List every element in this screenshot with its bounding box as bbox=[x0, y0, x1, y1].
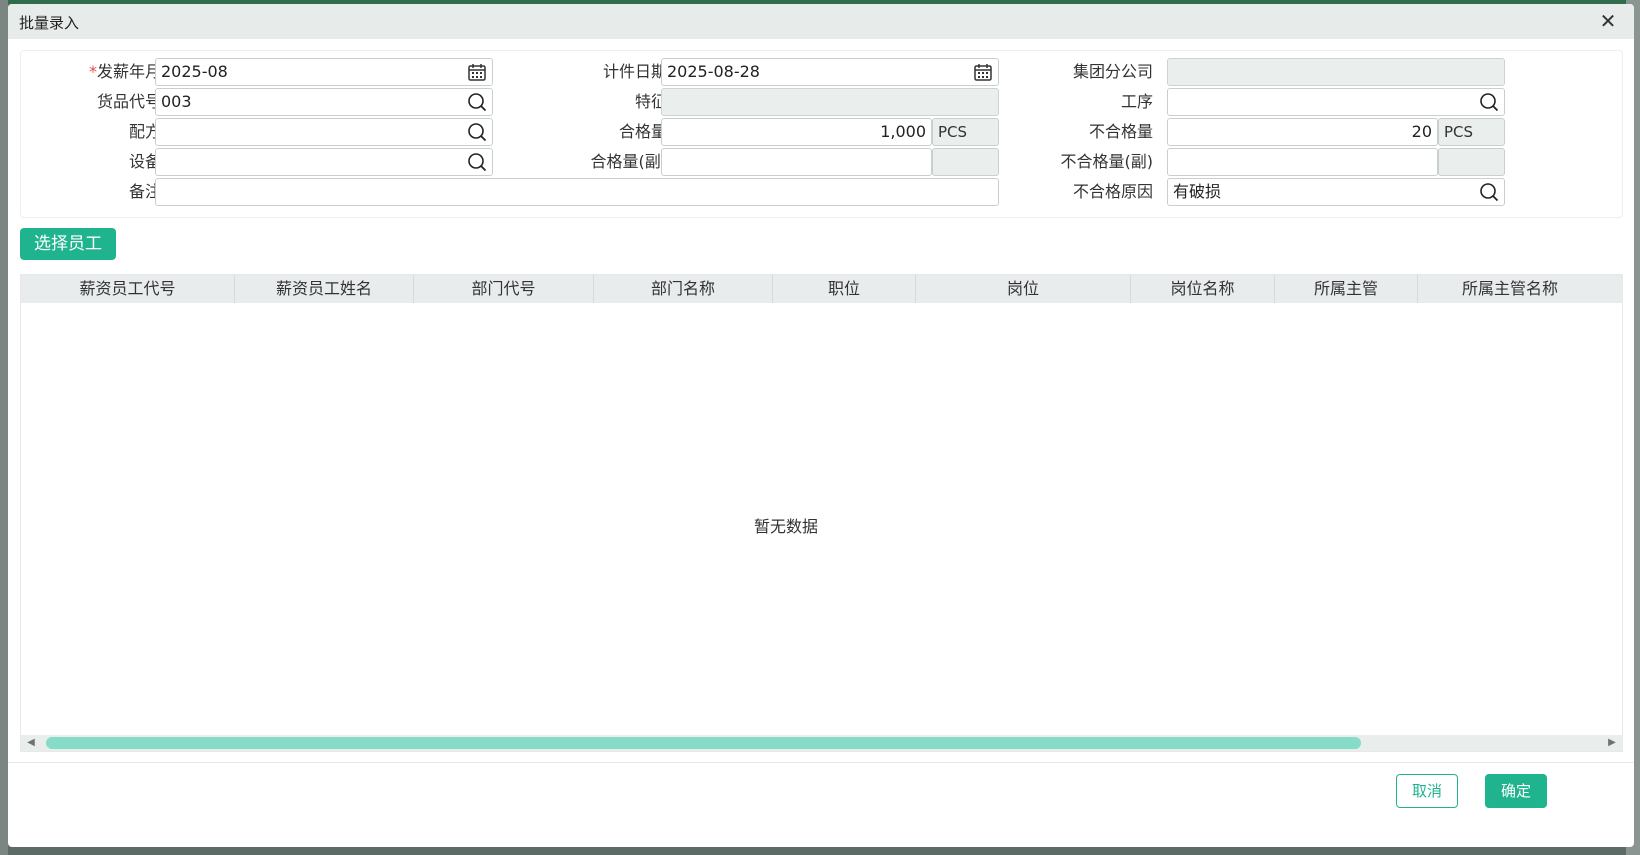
search-icon[interactable] bbox=[466, 151, 488, 173]
count-date-label: 计件日期 bbox=[602, 62, 667, 81]
search-icon[interactable] bbox=[466, 91, 488, 113]
unqualified-reason-field[interactable]: 有破损 bbox=[1167, 178, 1505, 206]
feature-label: 特征 bbox=[634, 92, 667, 111]
pay-month-value: 2025-08 bbox=[161, 62, 228, 81]
calendar-icon[interactable] bbox=[466, 61, 488, 83]
grid-col-post-name[interactable]: 岗位名称 bbox=[1131, 275, 1275, 303]
qualified-qty-secondary-field[interactable] bbox=[661, 148, 932, 176]
feature-field bbox=[661, 88, 999, 116]
count-date-value: 2025-08-28 bbox=[667, 62, 760, 81]
search-icon[interactable] bbox=[1478, 181, 1500, 203]
grid-col-staff-code[interactable]: 薪资员工代号 bbox=[21, 275, 235, 303]
unqualified-qty-field[interactable]: 20 bbox=[1167, 118, 1438, 146]
pay-month-label-text: 发薪年月 bbox=[96, 62, 161, 81]
grid-col-dept-code[interactable]: 部门代号 bbox=[414, 275, 594, 303]
dialog-title: 批量录入 bbox=[19, 14, 80, 32]
process-label: 工序 bbox=[1120, 92, 1153, 111]
footer-divider bbox=[8, 762, 1634, 763]
scroll-left-arrow-icon[interactable]: ◀ bbox=[25, 737, 37, 749]
search-icon[interactable] bbox=[466, 121, 488, 143]
product-code-label: 货品代号 bbox=[96, 92, 161, 111]
grid-empty-text: 暂无数据 bbox=[753, 517, 818, 536]
group-branch-label: 集团分公司 bbox=[1072, 62, 1153, 81]
product-code-field[interactable]: 003 bbox=[155, 88, 493, 116]
calendar-icon[interactable] bbox=[972, 61, 994, 83]
group-branch-field bbox=[1167, 58, 1505, 86]
grid-col-dept-name[interactable]: 部门名称 bbox=[594, 275, 773, 303]
process-field[interactable] bbox=[1167, 88, 1505, 116]
remark-field[interactable] bbox=[155, 178, 999, 206]
equipment-label: 设备 bbox=[128, 152, 161, 171]
pay-month-field[interactable]: 2025-08 bbox=[155, 58, 493, 86]
grid-col-position[interactable]: 职位 bbox=[773, 275, 916, 303]
unqualified-qty-secondary-unit bbox=[1438, 148, 1505, 176]
cancel-button[interactable]: 取消 bbox=[1396, 774, 1458, 808]
qualified-qty-secondary-unit bbox=[932, 148, 999, 176]
formula-field[interactable] bbox=[155, 118, 493, 146]
unqualified-qty-label: 不合格量 bbox=[1088, 122, 1153, 141]
grid-col-supervisor[interactable]: 所属主管 bbox=[1275, 275, 1418, 303]
dialog-header: 批量录入 ✕ bbox=[8, 4, 1634, 39]
staff-grid: 薪资员工代号 薪资员工姓名 部门代号 部门名称 职位 岗位 岗位名称 所属主管 … bbox=[20, 274, 1623, 752]
remark-label: 备注 bbox=[128, 182, 161, 201]
unqualified-qty-unit: PCS bbox=[1438, 118, 1505, 146]
formula-label: 配方 bbox=[128, 122, 161, 141]
select-staff-button[interactable]: 选择员工 bbox=[20, 228, 116, 260]
unqualified-qty-secondary-label: 不合格量(副) bbox=[1060, 152, 1154, 171]
qualified-qty-secondary-label: 合格量(副) bbox=[590, 152, 668, 171]
form-panel: *发薪年月 2025-08 计件日期 2025-08-28 集团分公司 货品代号… bbox=[20, 50, 1623, 218]
grid-col-staff-name[interactable]: 薪资员工姓名 bbox=[235, 275, 414, 303]
unqualified-reason-value: 有破损 bbox=[1173, 182, 1222, 201]
close-icon[interactable]: ✕ bbox=[1596, 9, 1620, 33]
qualified-qty-field[interactable]: 1,000 bbox=[661, 118, 932, 146]
unqualified-reason-label: 不合格原因 bbox=[1072, 182, 1153, 201]
grid-header: 薪资员工代号 薪资员工姓名 部门代号 部门名称 职位 岗位 岗位名称 所属主管 … bbox=[21, 275, 1622, 303]
required-mark: * bbox=[88, 62, 97, 81]
unqualified-qty-secondary-field[interactable] bbox=[1167, 148, 1438, 176]
scroll-right-arrow-icon[interactable]: ▶ bbox=[1606, 737, 1618, 749]
product-code-value: 003 bbox=[161, 92, 192, 111]
search-icon[interactable] bbox=[1478, 91, 1500, 113]
qualified-qty-label: 合格量 bbox=[618, 122, 667, 141]
count-date-field[interactable]: 2025-08-28 bbox=[661, 58, 999, 86]
grid-col-supervisor-name[interactable]: 所属主管名称 bbox=[1418, 275, 1598, 303]
backdrop-left bbox=[0, 0, 8, 855]
pay-month-label: *发薪年月 bbox=[41, 58, 161, 86]
scrollbar-thumb[interactable] bbox=[46, 737, 1361, 749]
batch-entry-dialog: 批量录入 ✕ *发薪年月 2025-08 计件日期 2025-08-28 集团分… bbox=[8, 4, 1634, 847]
equipment-field[interactable] bbox=[155, 148, 493, 176]
confirm-button[interactable]: 确定 bbox=[1485, 774, 1547, 808]
grid-col-post[interactable]: 岗位 bbox=[916, 275, 1131, 303]
qualified-qty-unit: PCS bbox=[932, 118, 999, 146]
horizontal-scrollbar[interactable]: ◀ ▶ bbox=[21, 735, 1622, 751]
